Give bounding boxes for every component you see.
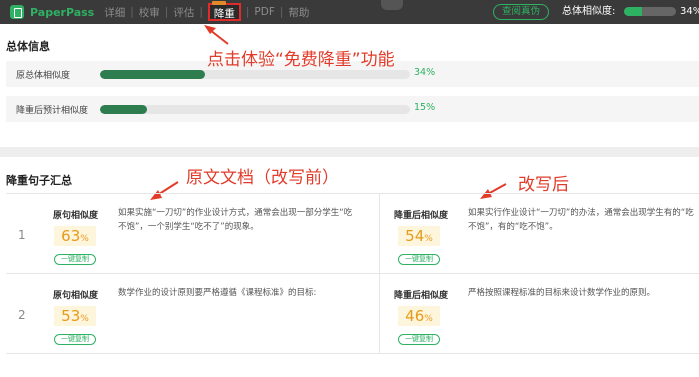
copy-original-button[interactable]: 一键复制 <box>54 254 96 265</box>
original-sentence: 数学作业的设计原则要严格遵循《课程标准》的目标: <box>118 288 317 298</box>
rewritten-similarity-label: 降重后相似度 <box>394 211 449 221</box>
annotation-rewritten: 改写后 <box>518 175 569 195</box>
original-similarity-value: 53% <box>54 306 96 326</box>
table-row: 1 原句相似度 63% 一键复制 如果实施“一刀切”的作业设计方式，通常会出现一… <box>6 194 699 274</box>
copy-rewritten-button[interactable]: 一键复制 <box>398 254 440 265</box>
rewritten-similarity-value: 46% <box>398 306 440 326</box>
rewritten-sentence: 如果实行作业设计“一刀切”的办法，通常会出现学生有的“吃不饱”，有的“吃不饱”。 <box>468 208 694 232</box>
original-similarity-value: 63% <box>54 226 96 246</box>
annotation-original: 原文文档（改写前） <box>186 168 339 188</box>
row-number: 1 <box>18 228 26 242</box>
rewritten-similarity-value: 54% <box>398 226 440 246</box>
original-similarity-label: 原句相似度 <box>53 211 99 221</box>
sentences-title: 降重句子汇总 <box>6 174 72 187</box>
sentences-table: 1 原句相似度 63% 一键复制 如果实施“一刀切”的作业设计方式，通常会出现一… <box>6 193 699 354</box>
table-row: 2 原句相似度 53% 一键复制 数学作业的设计原则要严格遵循《课程标准》的目标… <box>6 274 699 354</box>
annotation-free-rewrite: 点击体验“免费降重”功能 <box>207 50 395 70</box>
rewritten-sentence: 严格按照课程标准的目标来设计数学作业的原则。 <box>468 288 656 298</box>
arrow-to-tab-icon <box>209 29 229 45</box>
original-similarity-label: 原句相似度 <box>53 291 99 301</box>
page: PaperPass 详细 | 校审 | 评估 | 降重 | PDF | 帮助 查… <box>0 0 699 377</box>
copy-rewritten-button[interactable]: 一键复制 <box>398 334 440 345</box>
copy-original-button[interactable]: 一键复制 <box>54 334 96 345</box>
rewritten-similarity-label: 降重后相似度 <box>394 291 449 301</box>
row-number: 2 <box>18 308 26 322</box>
original-sentence: 如果实施“一刀切”的作业设计方式，通常会出现一部分学生“吃不饱”，一个别学生“吃… <box>118 208 353 232</box>
